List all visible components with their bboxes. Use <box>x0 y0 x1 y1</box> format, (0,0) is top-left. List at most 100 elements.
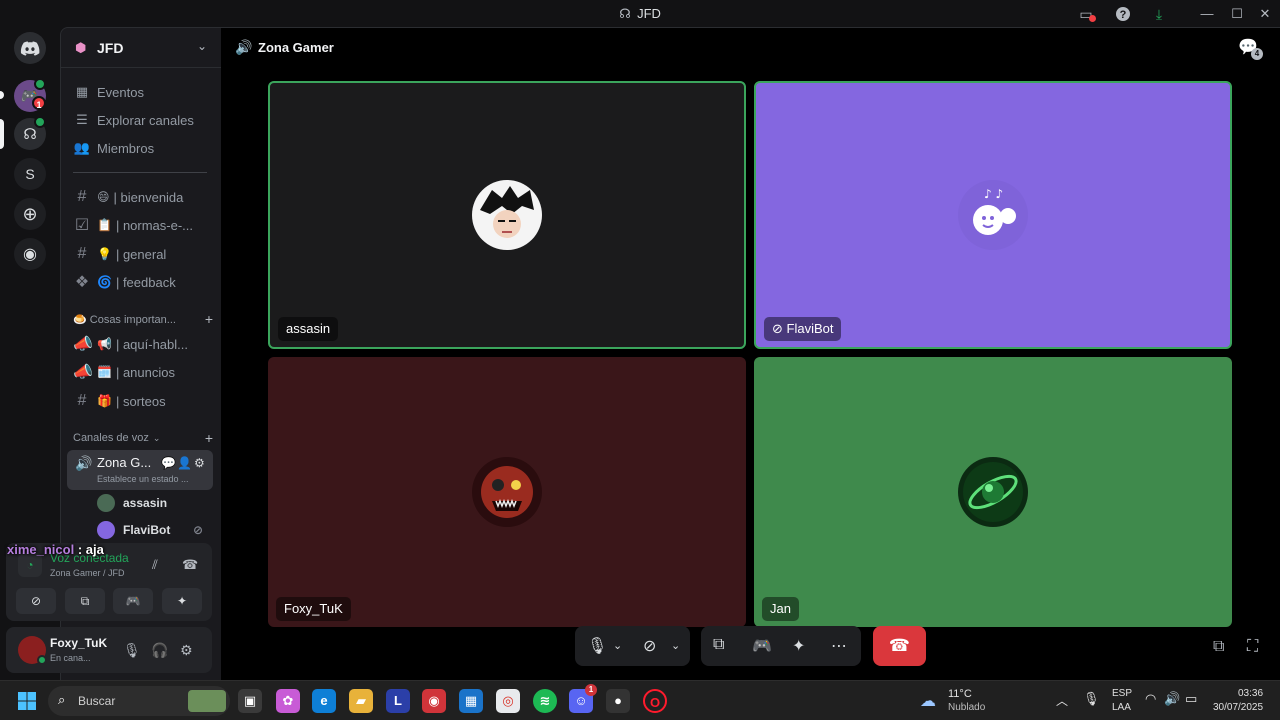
close-button[interactable]: ✕ <box>1250 4 1280 24</box>
video-tile-assasin[interactable]: assasin <box>268 81 746 349</box>
language-code[interactable]: ESP <box>1112 688 1132 699</box>
user-name[interactable]: Foxy_TuK <box>50 636 107 650</box>
camera-button[interactable]: ⊘ <box>16 588 56 614</box>
avatar-foxy <box>472 457 542 527</box>
maximize-button[interactable]: ☐ <box>1222 4 1252 24</box>
task-view-icon[interactable]: ▣ <box>238 689 262 713</box>
voice-active-badge-jfd <box>34 116 46 128</box>
gear-icon[interactable]: ⚙ <box>194 456 205 470</box>
activities-button[interactable]: 🎮 <box>113 588 153 614</box>
chat-bubble-icon[interactable]: 💬 <box>161 456 176 470</box>
discord-taskbar-icon[interactable]: ☺ 1 <box>569 684 597 713</box>
chrome-icon[interactable]: ◎ <box>496 689 520 713</box>
channel-normas[interactable]: ☑ 📋 | normas-e-... <box>73 212 213 238</box>
taskbar: ⌕ Buscar ▣ ✿ e ▰ L ◉ ▦ ◎ ≋ ☺ 1 ● O ☁ 11°C… <box>0 680 1280 720</box>
video-tile-foxy[interactable]: Foxy_TuK <box>268 357 746 627</box>
category-canales-de-voz[interactable]: Canales de voz ⌄ + <box>73 430 213 446</box>
list-icon: ☰ <box>76 112 88 127</box>
server-boost-icon: ⬢ <box>75 40 87 55</box>
discover-icon[interactable]: ◉ <box>14 238 46 270</box>
microphone-icon[interactable]: 🎙 <box>123 642 141 659</box>
add-voice-channel-icon[interactable]: + <box>205 430 213 446</box>
gear-icon[interactable]: ⚙ <box>180 642 193 659</box>
battery-icon[interactable]: ▭ <box>1185 691 1197 707</box>
weather-temp[interactable]: 11°C <box>948 688 972 700</box>
voice-channel-icon: ☊ <box>619 6 631 21</box>
edge-icon[interactable]: e <box>312 689 336 713</box>
microphone-button[interactable]: 🎙 <box>587 636 607 656</box>
inbox-icon[interactable]: ▭ <box>1076 4 1096 24</box>
channel-feedback[interactable]: ❖ 🌀 | feedback <box>73 269 213 295</box>
channel-aqui-habl[interactable]: 📣 📢 | aquí-habl... <box>73 331 213 357</box>
volume-icon[interactable]: 🔊 <box>1164 691 1180 707</box>
activities-button[interactable]: 🎮 <box>752 636 772 656</box>
avatar-jan <box>958 457 1028 527</box>
popout-icon[interactable]: ⧉ <box>1213 638 1224 656</box>
server-header[interactable]: ⬢ JFD ⌄ <box>61 28 221 68</box>
channel-general[interactable]: # 💡 | general <box>73 241 213 267</box>
tile-name: assasin <box>278 317 339 341</box>
channel-anuncios[interactable]: 📣 🗓️ | anuncios <box>73 359 213 385</box>
user-status: En cana... <box>50 653 91 663</box>
keyboard-layout: LAA <box>1112 702 1131 713</box>
chevron-down-icon[interactable]: ⌄ <box>613 639 622 652</box>
media-controls: 🎙 ⌄ ⊘ ⌄ <box>575 626 690 666</box>
app-red-icon[interactable]: ◉ <box>422 689 446 713</box>
headphones-icon[interactable]: 🎧 <box>151 642 168 659</box>
wifi-icon[interactable]: ◠ <box>1145 691 1156 707</box>
file-explorer-icon[interactable]: ▰ <box>349 689 373 713</box>
add-channel-icon[interactable]: + <box>205 311 213 327</box>
video-tile-flavibot[interactable]: ♪ ♪ ⊘ FlaviBot <box>754 81 1232 349</box>
nav-events[interactable]: ▦ Eventos <box>73 80 213 104</box>
forum-icon: ❖ <box>74 274 90 291</box>
clock-time[interactable]: 03:36 <box>1238 688 1263 699</box>
windows-start-icon[interactable] <box>15 689 39 713</box>
store-icon[interactable]: ▦ <box>459 689 483 713</box>
spotify-icon[interactable]: ≋ <box>533 689 557 713</box>
soundboard-button[interactable]: ✦ <box>792 636 805 656</box>
chat-icon[interactable]: 💬 4 <box>1238 37 1263 60</box>
fullscreen-icon[interactable]: ⛶ <box>1247 638 1258 656</box>
channel-bienvenida[interactable]: # 😄 | bienvenida <box>73 184 213 210</box>
disconnect-icon[interactable]: ☎ <box>182 557 198 573</box>
download-icon[interactable]: ⤓ <box>1149 4 1169 24</box>
chevron-down-icon[interactable]: ⌄ <box>671 639 680 652</box>
channel-sorteos[interactable]: # 🎁 | sorteos <box>73 388 213 414</box>
minimize-button[interactable]: — <box>1192 4 1222 24</box>
app-l-icon[interactable]: L <box>386 689 410 713</box>
tray-chevron-up-icon[interactable]: ︿ <box>1056 692 1068 709</box>
mention-badge: 1 <box>32 96 46 110</box>
screen-share-button[interactable]: ⧉ <box>713 636 724 654</box>
speaker-icon: 🔊 <box>235 39 253 55</box>
disconnect-button[interactable]: ☎ <box>873 626 926 666</box>
chevron-down-icon: ⌄ <box>152 432 161 443</box>
opera-icon[interactable]: O <box>643 689 667 713</box>
voice-location: Zona Gamer / JFD <box>50 568 125 578</box>
soundboard-button[interactable]: ✦ <box>162 588 202 614</box>
help-icon[interactable]: ? <box>1113 4 1133 24</box>
more-options-icon[interactable]: ⋯ <box>831 636 847 656</box>
voice-channel-zona-gamer[interactable]: 🔊 Zona G... 💬 👤 ⚙ Establece un estado ..… <box>67 450 213 490</box>
taskbar-search[interactable]: ⌕ Buscar <box>48 686 230 716</box>
invite-icon[interactable]: 👤 <box>177 456 192 470</box>
hash-icon: # <box>77 245 87 262</box>
voice-member-assasin[interactable]: assasin <box>97 491 217 515</box>
camera-off-button[interactable]: ⊘ <box>643 636 656 656</box>
svg-text:?: ? <box>1120 9 1127 21</box>
noise-suppression-icon[interactable]: ⫽ <box>152 557 158 573</box>
tray-microphone-icon[interactable]: 🎙 <box>1083 691 1100 707</box>
obs-icon[interactable]: ● <box>606 689 630 713</box>
direct-messages-button[interactable] <box>14 32 46 64</box>
nav-members[interactable]: 👥 Miembros <box>73 136 213 160</box>
add-server-icon[interactable]: ⊕ <box>14 198 46 230</box>
copilot-icon[interactable]: ✿ <box>276 689 300 713</box>
voice-member-flavibot[interactable]: FlaviBot ⊘ <box>97 518 217 542</box>
screen-share-button[interactable]: ⧉ <box>65 588 105 614</box>
activity-controls: ⧉ 🎮 ✦ ⋯ <box>701 626 861 666</box>
category-cosas-importantes[interactable]: 🍮 Cosas importan... + <box>73 311 213 327</box>
server-icon-s[interactable]: S <box>14 158 46 190</box>
hash-icon: # <box>77 392 87 409</box>
video-tile-jan[interactable]: Jan <box>754 357 1232 627</box>
nav-browse-channels[interactable]: ☰ Explorar canales <box>73 108 213 132</box>
weather-desc: Nublado <box>948 702 986 713</box>
